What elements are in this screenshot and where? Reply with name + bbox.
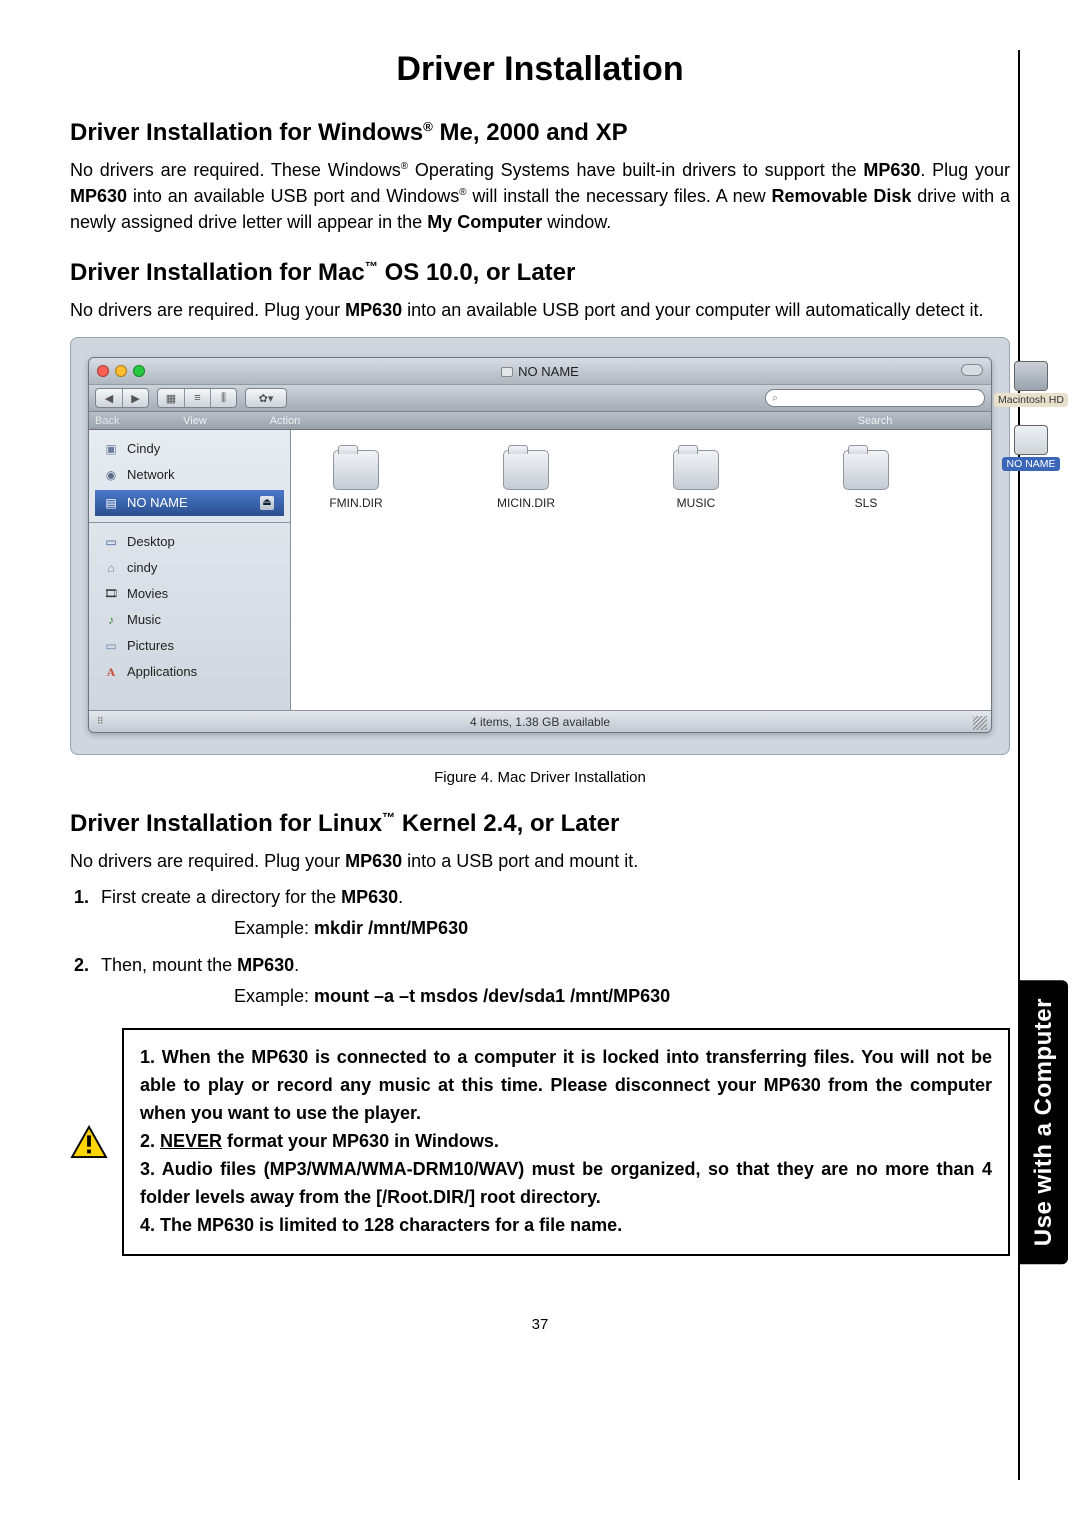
removable-icon — [1014, 425, 1048, 455]
folder-icon — [333, 450, 379, 490]
page: Use with a Computer Driver Installation … — [0, 0, 1080, 1373]
folder-icon — [503, 450, 549, 490]
pictures-icon — [103, 638, 119, 654]
section-linux-heading: Driver Installation for Linux™ Kernel 2.… — [70, 810, 1010, 838]
finder-toolbar: ◀ ▶ ▦ ≡ ⫼ ✿▾ ⌕ — [89, 384, 991, 412]
list-view-button[interactable]: ≡ — [184, 389, 210, 407]
applications-icon — [103, 664, 119, 680]
home-icon — [103, 560, 119, 576]
disk-icon — [103, 441, 119, 457]
warning-icon — [70, 1125, 108, 1159]
warning-row: 1. When the MP630 is connected to a comp… — [70, 1028, 1010, 1255]
eject-icon[interactable]: ⏏ — [260, 496, 274, 510]
desktop-noname[interactable]: NO NAME — [1002, 425, 1059, 471]
finder-statusbar: ⠿ 4 items, 1.38 GB available — [89, 710, 991, 732]
example-2: Example: mount –a –t msdos /dev/sda1 /mn… — [234, 983, 1010, 1010]
warn-line: 1. When the MP630 is connected to a comp… — [140, 1044, 992, 1128]
warn-line: 3. Audio files (MP3/WMA/WMA-DRM10/WAV) m… — [140, 1156, 992, 1212]
page-number: 37 — [70, 1316, 1010, 1333]
section-linux-body: No drivers are required. Plug your MP630… — [70, 848, 1010, 874]
folder-icon — [673, 450, 719, 490]
view-switcher[interactable]: ▦ ≡ ⫼ — [157, 388, 237, 408]
back-label: Back — [95, 415, 135, 427]
right-rule — [1018, 50, 1020, 1480]
mac-desktop-icons: Macintosh HD NO NAME — [992, 357, 1070, 471]
back-button[interactable]: ◀ — [96, 389, 122, 407]
sidebar-item-network[interactable]: Network — [89, 462, 290, 488]
movies-icon — [103, 586, 119, 602]
section-mac-body: No drivers are required. Plug your MP630… — [70, 297, 1010, 323]
action-label: Action — [255, 415, 315, 427]
folder-sls[interactable]: SLS — [811, 450, 921, 510]
section-windows-heading: Driver Installation for Windows® Me, 200… — [70, 119, 1010, 147]
side-tab: Use with a Computer — [1020, 980, 1068, 1264]
step-2: 2. Then, mount the MP630. Example: mount… — [74, 952, 1010, 1010]
view-label: View — [135, 415, 255, 427]
action-menu[interactable]: ✿▾ — [245, 388, 287, 408]
column-view-button[interactable]: ⫼ — [210, 389, 236, 407]
sidebar-item-noname[interactable]: NO NAME⏏ — [95, 490, 284, 516]
forward-button[interactable]: ▶ — [122, 389, 148, 407]
warn-line: 2. NEVER format your MP630 in Windows. — [140, 1128, 992, 1156]
network-icon — [103, 467, 119, 483]
warning-box: 1. When the MP630 is connected to a comp… — [122, 1028, 1010, 1255]
folder-fmin[interactable]: FMIN.DIR — [301, 450, 411, 510]
status-dots-icon: ⠿ — [97, 716, 105, 727]
warn-line: 4. The MP630 is limited to 128 character… — [140, 1212, 992, 1240]
example-1: Example: mkdir /mnt/MP630 — [234, 915, 1010, 942]
folder-label: MUSIC — [641, 496, 751, 510]
sidebar-item-cindy-disk[interactable]: Cindy — [89, 436, 290, 462]
toolbar-labels: Back View Action Search — [89, 412, 991, 430]
sidebar-separator — [89, 522, 290, 523]
status-text: 4 items, 1.38 GB available — [470, 715, 610, 729]
step-1: 1. First create a directory for the MP63… — [74, 884, 1010, 942]
drive-icon — [103, 495, 119, 511]
folder-micin[interactable]: MICIN.DIR — [471, 450, 581, 510]
sidebar-item-home[interactable]: cindy — [89, 555, 290, 581]
heading-text: Driver Installation for Windows — [70, 119, 423, 146]
hd-icon — [1014, 361, 1048, 391]
folder-label: FMIN.DIR — [301, 496, 411, 510]
sidebar-item-desktop[interactable]: Desktop — [89, 529, 290, 555]
sidebar-item-movies[interactable]: Movies — [89, 581, 290, 607]
sidebar-item-music[interactable]: Music — [89, 607, 290, 633]
finder-titlebar: NO NAME — [89, 358, 991, 384]
registered-mark: ® — [423, 119, 433, 134]
desktop-label: Macintosh HD — [994, 393, 1068, 407]
desktop-icon — [103, 534, 119, 550]
folder-icon — [843, 450, 889, 490]
desktop-label: NO NAME — [1002, 457, 1059, 471]
finder-window: NO NAME ◀ ▶ ▦ ≡ ⫼ ✿▾ — [88, 357, 992, 733]
folder-label: MICIN.DIR — [471, 496, 581, 510]
search-label: Search — [765, 415, 985, 427]
sidebar-item-pictures[interactable]: Pictures — [89, 633, 290, 659]
sidebar-item-applications[interactable]: Applications — [89, 659, 290, 685]
resize-grip-icon[interactable] — [973, 716, 987, 730]
folder-music[interactable]: MUSIC — [641, 450, 751, 510]
search-input[interactable]: ⌕ — [765, 389, 985, 407]
section-mac-heading: Driver Installation for Mac™ OS 10.0, or… — [70, 259, 1010, 287]
window-title: NO NAME — [89, 364, 991, 379]
finder-sidebar: Cindy Network NO NAME⏏ Desktop cindy Mov… — [89, 430, 291, 710]
finder-content: FMIN.DIR MICIN.DIR MUSIC SLS — [291, 430, 991, 710]
gear-icon[interactable]: ✿▾ — [246, 389, 286, 407]
page-title: Driver Installation — [70, 50, 1010, 89]
icon-view-button[interactable]: ▦ — [158, 389, 184, 407]
volume-icon — [501, 367, 513, 377]
nav-back-forward[interactable]: ◀ ▶ — [95, 388, 149, 408]
folder-label: SLS — [811, 496, 921, 510]
figure-caption: Figure 4. Mac Driver Installation — [70, 769, 1010, 786]
linux-steps: 1. First create a directory for the MP63… — [70, 884, 1010, 1010]
toolbar-toggle-icon[interactable] — [961, 364, 983, 376]
mac-screenshot: NO NAME ◀ ▶ ▦ ≡ ⫼ ✿▾ — [70, 337, 1010, 755]
music-icon — [103, 612, 119, 628]
section-windows-body: No drivers are required. These Windows® … — [70, 157, 1010, 235]
desktop-hd[interactable]: Macintosh HD — [994, 361, 1068, 407]
heading-text: Me, 2000 and XP — [433, 119, 628, 146]
